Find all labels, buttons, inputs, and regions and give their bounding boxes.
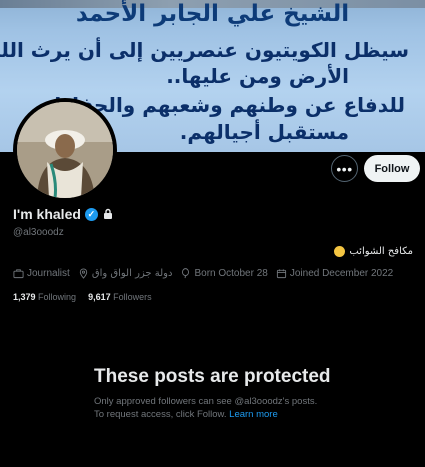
- banner-line: مستقبل أجيالهم.: [179, 120, 349, 144]
- following-link[interactable]: 1,379 Following: [13, 292, 76, 302]
- avatar[interactable]: [13, 98, 117, 202]
- protected-line-2-text: To request access, click Follow.: [94, 409, 230, 420]
- more-options-button[interactable]: •••: [331, 155, 358, 182]
- profession-text: Journalist: [27, 268, 70, 279]
- protected-line-1: Only approved followers can see @al3oood…: [94, 396, 318, 407]
- learn-more-link[interactable]: Learn more: [229, 409, 278, 420]
- grimacing-face-icon: [334, 246, 346, 257]
- followers-link[interactable]: 9,617 Followers: [88, 292, 152, 302]
- profile-bio: مكافح الشوائب: [334, 246, 413, 257]
- banner-title: الشيخ علي الجابر الأحمد: [75, 1, 350, 27]
- followers-count: 9,617: [88, 292, 111, 302]
- calendar-icon: [276, 269, 286, 279]
- profile-meta: Journalist دولة جزر الواق واق Born Octob…: [13, 268, 393, 279]
- follow-counts: 1,379 Following 9,617 Followers: [13, 292, 152, 302]
- profile-name-row: I'm khaled ✓: [13, 206, 114, 222]
- lock-icon: [102, 208, 114, 220]
- location-pin-icon: [79, 268, 87, 279]
- profession-item: Journalist: [13, 268, 70, 279]
- ellipsis-icon: •••: [336, 160, 353, 177]
- banner-line: سيظل الكويتيون عنصريين إلى أن يرث الله: [0, 38, 409, 62]
- display-name: I'm khaled: [13, 206, 81, 222]
- balloon-icon: [182, 268, 190, 279]
- birthday-text: Born October 28: [194, 268, 268, 279]
- banner-line: للدفاع عن وطنهم وشعبهم والحفاظ: [51, 93, 405, 117]
- following-label: Following: [38, 292, 77, 302]
- profile-handle: @al3ooodz: [13, 227, 64, 238]
- banner-line: الأرض ومن عليها..: [166, 64, 349, 88]
- location-item: دولة جزر الواق واق: [78, 268, 173, 279]
- briefcase-icon: [13, 269, 24, 279]
- birthday-item: Born October 28: [180, 268, 268, 279]
- follow-button[interactable]: Follow: [364, 155, 420, 182]
- protected-posts-notice: These posts are protected Only approved …: [94, 366, 354, 421]
- location-text: دولة جزر الواق واق: [91, 268, 173, 279]
- avatar-photo: [17, 102, 113, 198]
- bio-text: مكافح الشوائب: [349, 246, 413, 257]
- joined-item: Joined December 2022: [276, 268, 393, 279]
- verified-badge-icon[interactable]: ✓: [84, 207, 98, 221]
- followers-label: Followers: [113, 292, 152, 302]
- protected-heading: These posts are protected: [94, 366, 331, 387]
- following-count: 1,379: [13, 292, 36, 302]
- protected-line-2: To request access, click Follow. Learn m…: [94, 408, 354, 421]
- protected-description: Only approved followers can see @al3oood…: [94, 395, 354, 421]
- joined-text: Joined December 2022: [289, 268, 394, 279]
